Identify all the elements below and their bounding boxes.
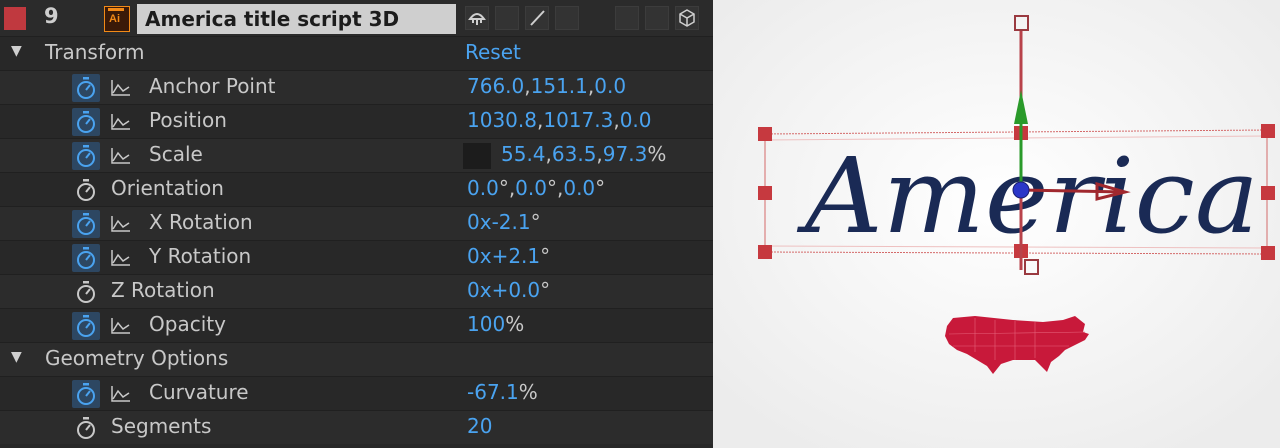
transform-reset-link[interactable]: Reset (465, 40, 521, 64)
scale-value[interactable]: 55.4,63.5,97.3% (501, 142, 666, 166)
x-rotation-row[interactable]: X Rotation 0x-2.1° (0, 206, 713, 240)
source-icon-text: Ai (109, 13, 120, 25)
graph-editor-icon[interactable] (110, 317, 132, 335)
3d-layer-switch[interactable] (675, 6, 699, 30)
segments-value[interactable]: 20 (467, 414, 492, 438)
scale-z[interactable]: 97.3 (603, 142, 648, 166)
z-rotation-degrees[interactable]: +0.0 (492, 278, 541, 302)
cube-3d-icon (679, 9, 695, 27)
timeline-layer-panel: 9 Ai America title script 3D ▼ Transform… (0, 0, 713, 448)
america-title-text[interactable]: America (797, 135, 1259, 257)
adjustment-layer-switch[interactable] (645, 6, 669, 30)
y-rotation-revolutions[interactable]: 0x (467, 244, 492, 268)
geometry-options-label: Geometry Options (45, 346, 229, 370)
y-rotation-label: Y Rotation (149, 244, 252, 268)
scale-label: Scale (149, 142, 203, 166)
curvature-row[interactable]: Curvature -67.1% (0, 376, 713, 410)
stopwatch-icon[interactable] (75, 314, 97, 338)
position-label: Position (149, 108, 227, 132)
constrain-proportions-toggle[interactable] (463, 143, 491, 169)
anchor-point-label: Anchor Point (149, 74, 276, 98)
graph-editor-icon[interactable] (110, 385, 132, 403)
y-rotation-row[interactable]: Y Rotation 0x+2.1° (0, 240, 713, 274)
scale-y[interactable]: 63.5 (552, 142, 597, 166)
graph-editor-icon[interactable] (110, 113, 132, 131)
stopwatch-icon[interactable] (75, 280, 97, 304)
stopwatch-icon[interactable] (75, 178, 97, 202)
position-row[interactable]: Position 1030.8,1017.3,0.0 (0, 104, 713, 138)
illustrator-source-icon: Ai (104, 6, 130, 32)
curvature-label: Curvature (149, 380, 249, 404)
curvature-number[interactable]: -67.1 (467, 380, 519, 404)
graph-editor-icon[interactable] (110, 215, 132, 233)
stopwatch-icon[interactable] (75, 76, 97, 100)
x-rotation-value[interactable]: 0x-2.1° (467, 210, 541, 234)
stopwatch-icon[interactable] (75, 110, 97, 134)
layer-label-color-swatch[interactable] (4, 7, 26, 30)
x-rotation-label: X Rotation (149, 210, 253, 234)
opacity-row[interactable]: Opacity 100% (0, 308, 713, 342)
quality-switch[interactable] (525, 6, 549, 30)
anchor-point-y[interactable]: 151.1 (531, 74, 588, 98)
quality-slash-icon (530, 10, 545, 26)
segments-number[interactable]: 20 (467, 414, 492, 438)
graph-editor-icon[interactable] (110, 249, 132, 267)
curvature-value[interactable]: -67.1% (467, 380, 538, 404)
orientation-y[interactable]: 0.0 (515, 176, 547, 200)
y-rotation-value[interactable]: 0x+2.1° (467, 244, 550, 268)
composition-viewer[interactable]: America (713, 0, 1280, 448)
anchor-point-x[interactable]: 766.0 (467, 74, 524, 98)
scale-row[interactable]: Scale 55.4,63.5,97.3% (0, 138, 713, 172)
z-rotation-label: Z Rotation (111, 278, 215, 302)
stopwatch-icon[interactable] (75, 246, 97, 270)
graph-editor-icon[interactable] (110, 79, 132, 97)
opacity-number[interactable]: 100 (467, 312, 505, 336)
z-rotation-revolutions[interactable]: 0x (467, 278, 492, 302)
x-rotation-revolutions[interactable]: 0x (467, 210, 492, 234)
layer-name-field[interactable]: America title script 3D (137, 4, 456, 34)
segments-row[interactable]: Segments 20 (0, 410, 713, 444)
orientation-row[interactable]: Orientation 0.0°,0.0°,0.0° (0, 172, 713, 206)
scale-x[interactable]: 55.4 (501, 142, 546, 166)
geometry-options-twirl-icon[interactable]: ▼ (11, 349, 22, 365)
orientation-x[interactable]: 0.0 (467, 176, 499, 200)
opacity-label: Opacity (149, 312, 226, 336)
z-rotation-value[interactable]: 0x+0.0° (467, 278, 550, 302)
y-rotation-degrees[interactable]: +2.1 (492, 244, 541, 268)
stopwatch-icon[interactable] (75, 144, 97, 168)
x-rotation-degrees[interactable]: -2.1 (492, 210, 531, 234)
segments-label: Segments (111, 414, 212, 438)
z-rotation-row[interactable]: Z Rotation 0x+0.0° (0, 274, 713, 308)
anchor-point-row[interactable]: Anchor Point 766.0,151.1,0.0 (0, 70, 713, 104)
composition-canvas[interactable]: America (713, 0, 1280, 448)
position-y[interactable]: 1017.3 (543, 108, 613, 132)
shy-icon (468, 13, 486, 25)
transform-twirl-icon[interactable]: ▼ (11, 43, 22, 59)
effects-switch[interactable] (555, 6, 579, 30)
transform-group-row[interactable]: ▼ Transform Reset (0, 36, 713, 70)
stopwatch-icon[interactable] (75, 416, 97, 440)
opacity-value[interactable]: 100% (467, 312, 524, 336)
motion-blur-switch[interactable] (615, 6, 639, 30)
position-z[interactable]: 0.0 (620, 108, 652, 132)
orientation-value[interactable]: 0.0°,0.0°,0.0° (467, 176, 605, 200)
position-x[interactable]: 1030.8 (467, 108, 537, 132)
orientation-label: Orientation (111, 176, 224, 200)
position-value[interactable]: 1030.8,1017.3,0.0 (467, 108, 652, 132)
geometry-options-group-row[interactable]: ▼ Geometry Options (0, 342, 713, 376)
stopwatch-icon[interactable] (75, 212, 97, 236)
transform-group-label: Transform (45, 40, 145, 64)
collapse-switch[interactable] (495, 6, 519, 30)
anchor-point-value[interactable]: 766.0,151.1,0.0 (467, 74, 626, 98)
graph-editor-icon[interactable] (110, 147, 132, 165)
anchor-point-z[interactable]: 0.0 (594, 74, 626, 98)
orientation-z[interactable]: 0.0 (563, 176, 595, 200)
stopwatch-icon[interactable] (75, 382, 97, 406)
layer-number: 9 (44, 4, 59, 28)
shy-switch[interactable] (465, 6, 489, 30)
layer-header-row[interactable]: 9 Ai America title script 3D (0, 0, 713, 36)
